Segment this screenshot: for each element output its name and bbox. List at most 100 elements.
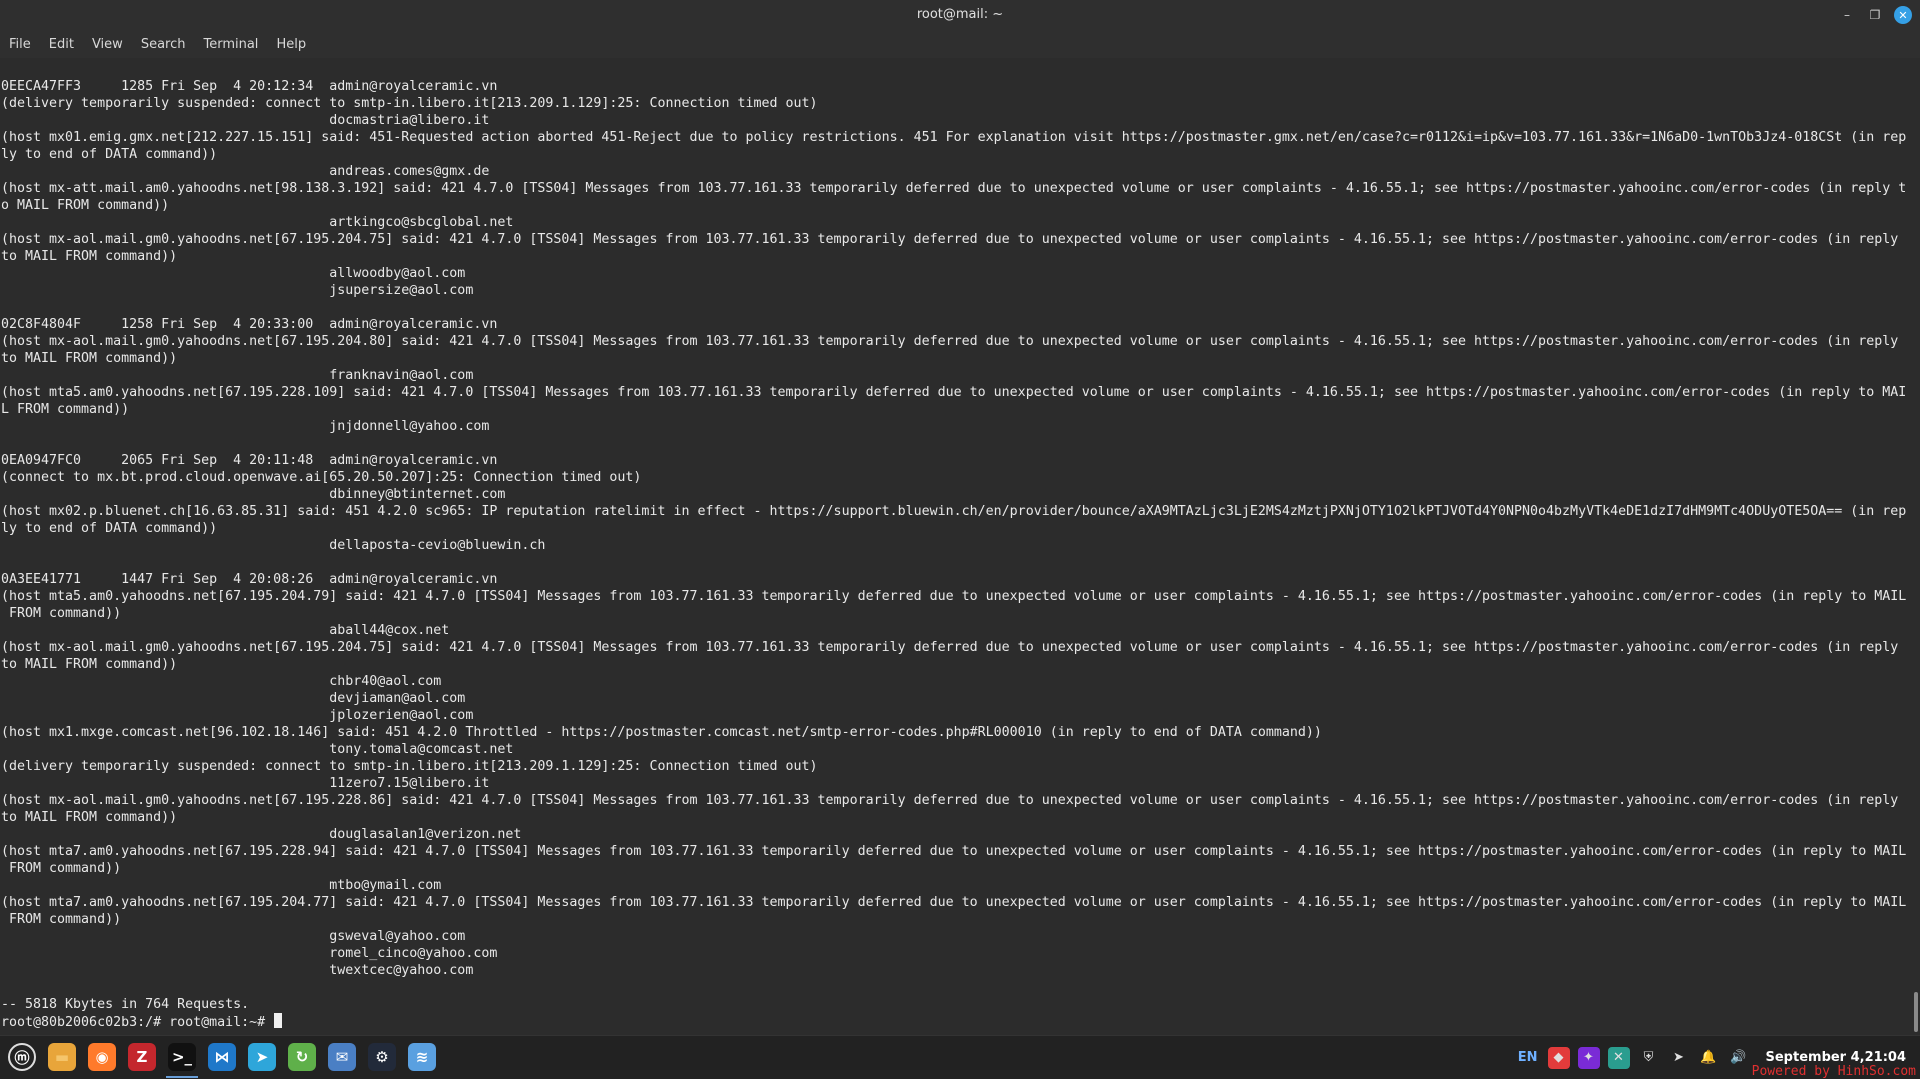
maximize-button[interactable]: ❐ <box>1866 6 1884 24</box>
menubar: File Edit View Search Terminal Help <box>0 30 1920 58</box>
filezilla-icon: Z <box>128 1043 156 1071</box>
updater-icon: ↻ <box>288 1043 316 1071</box>
terminal-line: to MAIL FROM command)) <box>1 249 178 264</box>
firefox-icon: ◉ <box>88 1043 116 1071</box>
terminal-line: (host mx01.emig.gmx.net[212.227.15.151] … <box>1 130 1907 145</box>
terminal-line: aball44@cox.net <box>1 623 450 638</box>
terminal-output[interactable]: 0EECA47FF3 1285 Fri Sep 4 20:12:34 admin… <box>0 58 1912 1036</box>
chatgpt-icon: ⚙ <box>368 1043 396 1071</box>
terminal-line: 0EECA47FF3 1285 Fri Sep 4 20:12:34 admin… <box>1 79 498 94</box>
clock[interactable]: September 4,21:04 <box>1766 1050 1907 1065</box>
taskbar-chatgpt-button[interactable]: ⚙ <box>364 1039 400 1075</box>
volume-icon[interactable]: 🔊 <box>1728 1047 1750 1069</box>
terminal-line: (connect to mx.bt.prod.cloud.openwave.ai… <box>1 470 642 485</box>
menu-edit[interactable]: Edit <box>40 37 83 52</box>
anydesk-icon[interactable]: ◆ <box>1547 1046 1570 1069</box>
minimize-button[interactable]: – <box>1838 6 1856 24</box>
xapp-icon[interactable]: ✕ <box>1607 1046 1630 1069</box>
terminal-line: to MAIL FROM command)) <box>1 351 178 366</box>
terminal-line: (host mta5.am0.yahoodns.net[67.195.204.7… <box>1 589 1907 604</box>
terminal-line: (host mx-aol.mail.gm0.yahoodns.net[67.19… <box>1 793 1899 808</box>
terminal-line: 0A3EE41771 1447 Fri Sep 4 20:08:26 admin… <box>1 572 498 587</box>
terminal-line: devjiaman@aol.com <box>1 691 466 706</box>
keyboard-layout[interactable]: EN <box>1518 1050 1538 1065</box>
terminal-line: FROM command)) <box>1 606 122 621</box>
taskbar-filezilla-button[interactable]: Z <box>124 1039 160 1075</box>
taskbar: ⓜ ▬ ◉ Z >_ ⋈ ➤ ↻ ✉ ⚙ ≋ EN ◆ ✦ ✕ ⛨ ➤ 🔔 🔊 September 4,21:0… <box>0 1035 1920 1079</box>
terminal-line: L FROM command)) <box>1 402 130 417</box>
terminal-line: o MAIL FROM command)) <box>1 198 170 213</box>
terminal-line: -- 5818 Kbytes in 764 Requests. <box>1 997 250 1012</box>
taskbar-menu-button[interactable]: ⓜ <box>4 1039 40 1075</box>
terminal-line: tony.tomala@comcast.net <box>1 742 514 757</box>
terminal-line: (host mta7.am0.yahoodns.net[67.195.228.9… <box>1 844 1907 859</box>
terminal-line: dellaposta-cevio@bluewin.ch <box>1 538 546 553</box>
close-button[interactable]: ✕ <box>1894 6 1912 24</box>
terminal-line: to MAIL FROM command)) <box>1 810 178 825</box>
flameshot-icon[interactable]: ✦ <box>1577 1046 1600 1069</box>
shield-icon[interactable]: ⛨ <box>1638 1047 1660 1069</box>
menu-search[interactable]: Search <box>132 37 195 52</box>
terminal-line: (host mta7.am0.yahoodns.net[67.195.204.7… <box>1 895 1907 910</box>
taskbar-vscode-button[interactable]: ⋈ <box>204 1039 240 1075</box>
taskbar-apps: ⓜ ▬ ◉ Z >_ ⋈ ➤ ↻ ✉ ⚙ ≋ <box>4 1039 440 1078</box>
terminal-line: (host mx-aol.mail.gm0.yahoodns.net[67.19… <box>1 232 1899 247</box>
notifications-icon[interactable]: 🔔 <box>1698 1047 1720 1069</box>
telegram-icon: ➤ <box>248 1043 276 1071</box>
terminal-line: jsupersize@aol.com <box>1 283 474 298</box>
window-title: root@mail: ~ <box>916 7 1004 22</box>
terminal-line: (host mx-att.mail.am0.yahoodns.net[98.13… <box>1 181 1907 196</box>
terminal-line: FROM command)) <box>1 861 122 876</box>
scrollbar-thumb[interactable] <box>1914 992 1918 1032</box>
files-icon: ▬ <box>48 1043 76 1071</box>
telegram-icon[interactable]: ➤ <box>1668 1047 1690 1069</box>
watermark: Powered by HinhSo.com <box>1751 1064 1916 1079</box>
terminal-line: romel_cinco@yahoo.com <box>1 946 498 961</box>
terminal-line: jplozerien@aol.com <box>1 708 474 723</box>
terminal-line: 11zero7.15@libero.it <box>1 776 490 791</box>
terminal-line: andreas.comes@gmx.de <box>1 164 490 179</box>
menu-terminal[interactable]: Terminal <box>194 37 267 52</box>
taskbar-telegram-button[interactable]: ➤ <box>244 1039 280 1075</box>
rss-icon: ≋ <box>408 1043 436 1071</box>
window-controls: – ❐ ✕ <box>1838 6 1912 24</box>
terminal-line: (host mta5.am0.yahoodns.net[67.195.228.1… <box>1 385 1907 400</box>
terminal-line: twextcec@yahoo.com <box>1 963 474 978</box>
taskbar-updater-button[interactable]: ↻ <box>284 1039 320 1075</box>
vscode-icon: ⋈ <box>208 1043 236 1071</box>
menu-icon: ⓜ <box>8 1043 36 1071</box>
terminal-icon: >_ <box>168 1043 196 1071</box>
terminal-line: (host mx-aol.mail.gm0.yahoodns.net[67.19… <box>1 640 1899 655</box>
taskbar-terminal-button[interactable]: >_ <box>164 1039 200 1078</box>
terminal-line: docmastria@libero.it <box>1 113 490 128</box>
terminal-line: (delivery temporarily suspended: connect… <box>1 759 818 774</box>
terminal-scrollbar[interactable] <box>1912 58 1920 1036</box>
terminal-prompt: root@80b2006c02b3:/# root@mail:~# <box>1 1015 274 1030</box>
menu-help[interactable]: Help <box>267 37 315 52</box>
terminal-line: franknavin@aol.com <box>1 368 474 383</box>
tray-icons: ◆ ✦ ✕ ⛨ ➤ 🔔 🔊 <box>1547 1046 1750 1069</box>
terminal-line: dbinney@btinternet.com <box>1 487 506 502</box>
terminal-line: gsweval@yahoo.com <box>1 929 466 944</box>
terminal-line: (host mx-aol.mail.gm0.yahoodns.net[67.19… <box>1 334 1899 349</box>
taskbar-files-button[interactable]: ▬ <box>44 1039 80 1075</box>
terminal-prompt-line[interactable]: root@80b2006c02b3:/# root@mail:~# <box>1 1013 1912 1030</box>
menu-view[interactable]: View <box>83 37 132 52</box>
terminal-line: artkingco@sbcglobal.net <box>1 215 514 230</box>
terminal-line: ly to end of DATA command)) <box>1 521 218 536</box>
terminal-text: 0EECA47FF3 1285 Fri Sep 4 20:12:34 admin… <box>0 58 1912 1030</box>
terminal-line: (host mx1.mxge.comcast.net[96.102.18.146… <box>1 725 1322 740</box>
terminal-line: douglasalan1@verizon.net <box>1 827 522 842</box>
terminal-line: mtbo@ymail.com <box>1 878 442 893</box>
terminal-line: 02C8F4804F 1258 Fri Sep 4 20:33:00 admin… <box>1 317 498 332</box>
terminal-line: (delivery temporarily suspended: connect… <box>1 96 818 111</box>
taskbar-rss-button[interactable]: ≋ <box>404 1039 440 1075</box>
terminal-line: chbr40@aol.com <box>1 674 442 689</box>
taskbar-mail-button[interactable]: ✉ <box>324 1039 360 1075</box>
taskbar-firefox-button[interactable]: ◉ <box>84 1039 120 1075</box>
menu-file[interactable]: File <box>0 37 40 52</box>
window-titlebar: root@mail: ~ – ❐ ✕ <box>0 0 1920 30</box>
terminal-line: (host mx02.p.bluenet.ch[16.63.85.31] sai… <box>1 504 1907 519</box>
